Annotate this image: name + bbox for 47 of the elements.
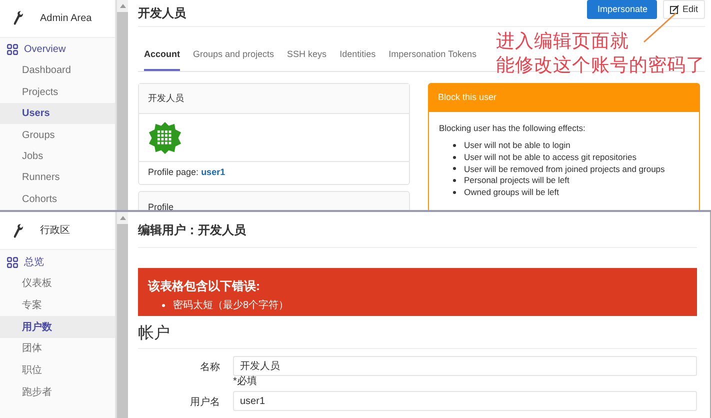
edit-button[interactable]: Edit: [663, 0, 705, 19]
page-title: 开发人员: [138, 5, 186, 22]
sidebar-section[interactable]: 总览: [24, 254, 44, 270]
tab[interactable]: Account: [144, 40, 180, 71]
sidebar-item[interactable]: Users: [0, 102, 115, 124]
effect-text: Personal projects will be left: [464, 174, 570, 188]
annotation-text: 进入编辑页面就: [496, 30, 630, 54]
sidebar-item[interactable]: 跑步者: [0, 381, 115, 404]
input-field[interactable]: 开发人员: [233, 356, 697, 376]
sidebar-item[interactable]: 专案: [0, 294, 115, 316]
profile-page-text: Profile page: user1: [148, 166, 226, 180]
sidebar-item[interactable]: 团体: [0, 338, 115, 360]
sidebar-item[interactable]: 仪表板: [0, 273, 115, 295]
page-title: 编辑用户：开发人员: [138, 222, 246, 238]
input-field[interactable]: user1: [233, 391, 697, 411]
sidebar-item[interactable]: Jobs: [0, 146, 115, 168]
error-text: 密码太短（最少8个字符）: [173, 298, 289, 313]
sidebar-item[interactable]: Groups: [0, 124, 115, 146]
sidebar-item[interactable]: Dashboard: [0, 60, 115, 82]
impersonate-button[interactable]: Impersonate: [587, 0, 658, 19]
sidebar-item[interactable]: Cohorts: [0, 188, 115, 210]
effect-text: User will not be able to access git repositories: [464, 150, 636, 164]
card-title: Profile: [148, 202, 174, 210]
sidebar-item[interactable]: Runners: [0, 167, 115, 189]
field-hint: *必填: [233, 376, 258, 388]
tab[interactable]: Identities: [340, 40, 376, 71]
sidebar-item[interactable]: 职位: [0, 360, 115, 382]
card-title: 开发人员: [148, 92, 184, 105]
error-title: 该表格包含以下错误:: [148, 278, 261, 295]
block-intro: Blocking user has the following effects:: [439, 122, 586, 135]
field-label: 用户名: [189, 396, 220, 410]
section-title: 帐户: [138, 325, 170, 342]
effect-text: Owned groups will be left: [464, 186, 559, 199]
field-label: 名称: [199, 361, 220, 375]
annotation-text: 能修改这个账号的密码了: [496, 54, 705, 78]
tab[interactable]: SSH keys: [287, 40, 327, 71]
profile-link[interactable]: user1: [201, 167, 226, 178]
effect-text: User will not be able to login: [464, 139, 570, 152]
sidebar-section[interactable]: Overview: [24, 42, 66, 57]
sidebar-item[interactable]: 用户数: [0, 316, 115, 338]
tab[interactable]: Groups and projects: [193, 40, 274, 71]
sidebar-item[interactable]: Projects: [0, 82, 115, 103]
sidebar-title: Admin Area: [40, 12, 92, 26]
card-title: Block this user: [438, 91, 497, 104]
sidebar-title: 行政区: [40, 224, 70, 238]
effect-text: User will be removed from joined projects and groups: [464, 162, 665, 176]
tab[interactable]: Impersonation Tokens: [388, 40, 476, 71]
